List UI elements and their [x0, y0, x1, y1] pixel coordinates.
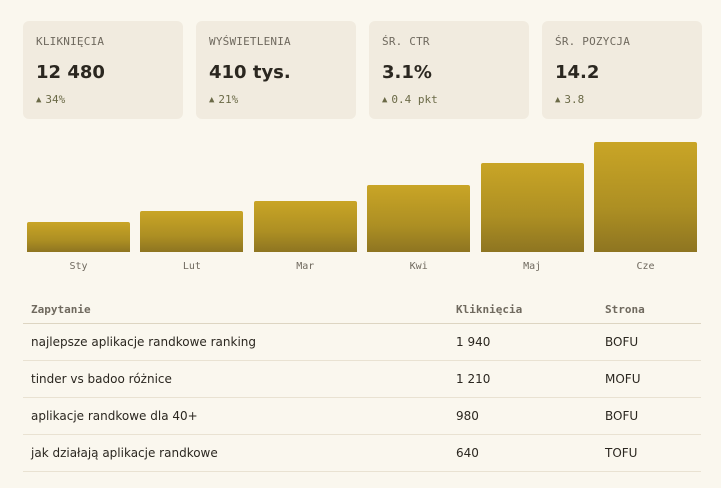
dashboard: KLIKNIĘCIA 12 480 ▲ 34% WYŚWIETLENIA 410 …: [0, 0, 721, 488]
kpi-card-ctr: ŚR. CTR 3.1% ▲ 0.4 pkt: [369, 21, 529, 119]
chart-bar-maj: [480, 163, 584, 252]
kpi-delta-value: 0.4 pkt: [391, 93, 438, 106]
x-tick-label: Sty: [69, 261, 88, 272]
kpi-value: 14.2: [555, 62, 600, 83]
chart-bar-lut: [140, 211, 244, 252]
column-header-clicks: Kliknięcia: [456, 302, 523, 316]
page-cell: BOFU: [605, 335, 639, 349]
kpi-delta: ▲ 21%: [209, 93, 343, 106]
query-cell: najlepsze aplikacje randkowe ranking: [31, 335, 257, 349]
clicks-cell: 980: [456, 409, 479, 423]
kpi-label: ŚR. CTR: [382, 35, 430, 48]
triangle-up-icon: ▲: [555, 95, 561, 105]
kpi-delta-value: 34%: [45, 93, 66, 106]
kpi-card-impressions: WYŚWIETLENIA 410 tys. ▲ 21%: [196, 21, 356, 119]
kpi-delta-value: 21%: [218, 93, 239, 106]
triangle-up-icon: ▲: [36, 95, 42, 105]
x-tick-label: Mar: [296, 261, 315, 272]
kpi-card-clicks: KLIKNIĘCIA 12 480 ▲ 34%: [23, 21, 183, 119]
table-row: jak działają aplikacje randkowe 640 TOFU: [23, 435, 701, 472]
kpi-delta: ▲ 3.8: [555, 93, 689, 106]
page-cell: TOFU: [605, 446, 638, 460]
page-cell: BOFU: [605, 409, 639, 423]
page-cell: MOFU: [605, 372, 641, 386]
chart-bar-cze: [594, 142, 697, 252]
kpi-value: 3.1%: [382, 62, 432, 83]
column-header-page: Strona: [605, 302, 645, 316]
kpi-card-position: ŚR. POZYCJA 14.2 ▲ 3.8: [542, 21, 702, 119]
clicks-cell: 640: [456, 446, 479, 460]
x-tick-label: Kwi: [409, 261, 428, 272]
triangle-up-icon: ▲: [209, 95, 215, 105]
triangle-up-icon: ▲: [382, 95, 388, 105]
chart-bar-kwi: [367, 185, 471, 252]
kpi-label: WYŚWIETLENIA: [209, 35, 291, 48]
kpi-value: 410 tys.: [209, 62, 291, 83]
kpi-label: ŚR. POZYCJA: [555, 35, 631, 48]
chart-bar-sty: [27, 222, 130, 252]
column-header-query: Zapytanie: [31, 302, 91, 316]
table-row: aplikacje randkowe dla 40+ 980 BOFU: [23, 398, 701, 435]
kpi-label: KLIKNIĘCIA: [36, 35, 105, 48]
clicks-cell: 1 940: [456, 335, 491, 349]
query-cell: tinder vs badoo różnice: [31, 372, 172, 386]
kpi-delta-value: 3.8: [564, 93, 585, 106]
table-row: tinder vs badoo różnice 1 210 MOFU: [23, 361, 701, 398]
monthly-clicks-chart: Sty Lut Mar Kwi Maj Cze: [27, 130, 697, 280]
chart-bar-mar: [253, 201, 357, 252]
kpi-cards: KLIKNIĘCIA 12 480 ▲ 34% WYŚWIETLENIA 410 …: [23, 21, 702, 119]
kpi-delta: ▲ 0.4 pkt: [382, 93, 516, 106]
x-tick-label: Maj: [523, 261, 542, 272]
query-cell: jak działają aplikacje randkowe: [31, 446, 218, 460]
table-header-row: Zapytanie Kliknięcia Strona: [23, 295, 701, 324]
query-cell: aplikacje randkowe dla 40+: [31, 409, 198, 423]
x-tick-label: Lut: [182, 261, 201, 272]
clicks-cell: 1 210: [456, 372, 491, 386]
x-tick-label: Cze: [636, 261, 655, 272]
queries-table: Zapytanie Kliknięcia Strona najlepsze ap…: [23, 295, 701, 472]
kpi-delta: ▲ 34%: [36, 93, 170, 106]
table-row: najlepsze aplikacje randkowe ranking 1 9…: [23, 324, 701, 361]
kpi-value: 12 480: [36, 62, 105, 83]
